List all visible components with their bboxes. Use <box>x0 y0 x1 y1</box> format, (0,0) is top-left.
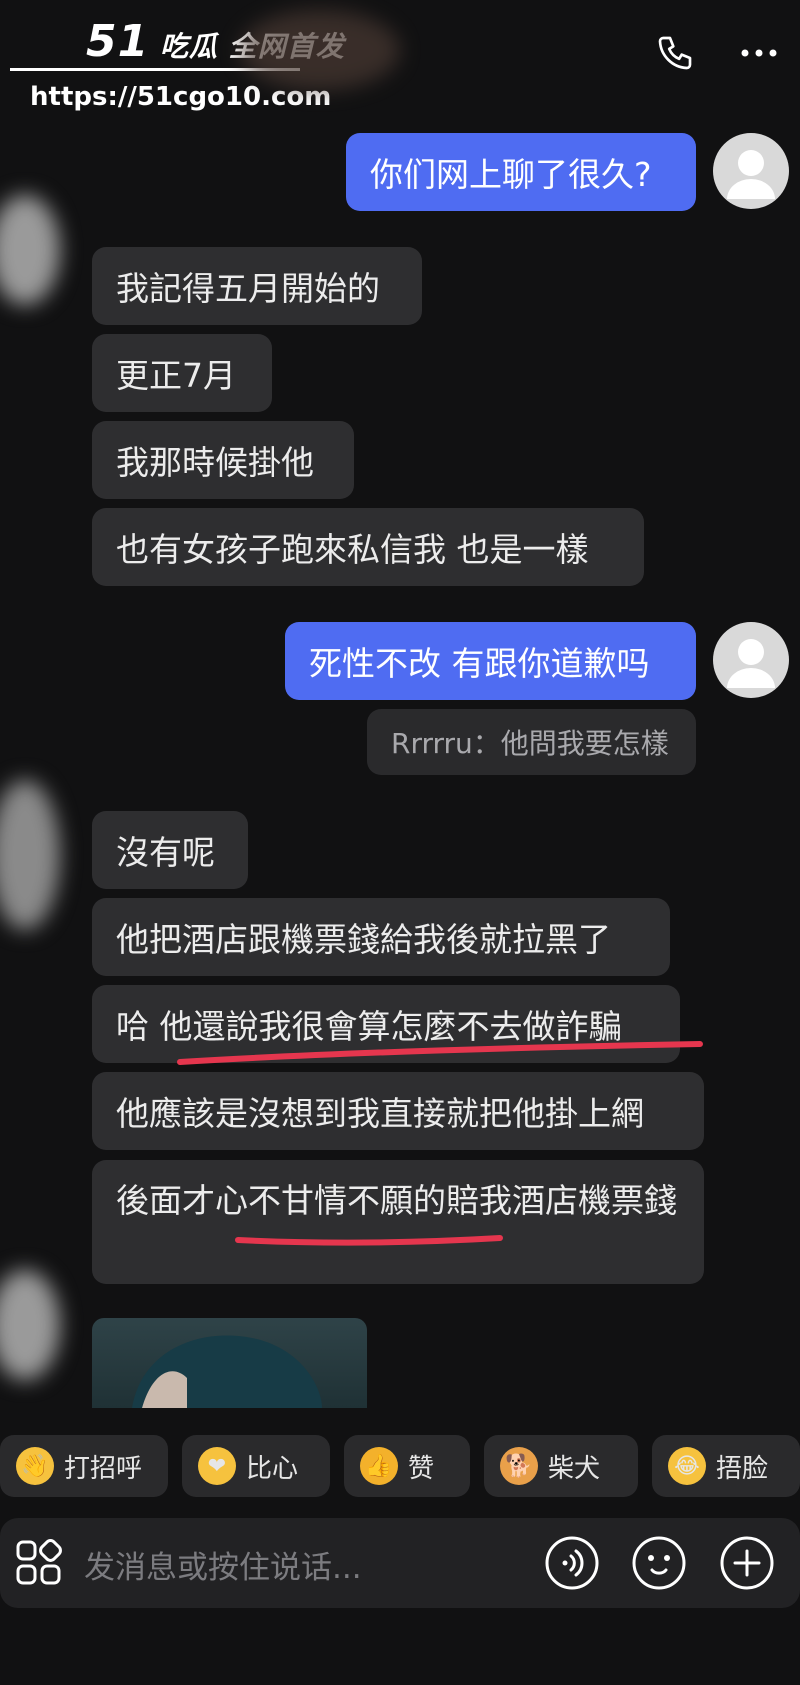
wave-emoji-icon: 👋 <box>16 1447 54 1485</box>
message-input-bar: 发消息或按住说话... <box>0 1518 800 1608</box>
watermark-url: https://51cgo10.com <box>30 82 332 112</box>
message-text: 後面才心不甘情不願的賠我酒店機票錢 <box>116 1181 677 1220</box>
message-text: 他應該是沒想到我直接就把他掛上網 <box>116 1094 644 1133</box>
message-bubble[interactable]: 也有女孩子跑來私信我 也是一樣 <box>92 508 644 586</box>
quick-reply-greet[interactable]: 👋 打招呼 <box>0 1435 168 1497</box>
quick-reply-facepalm[interactable]: 😂 捂脸 <box>652 1435 800 1497</box>
blurred-avatar <box>0 780 60 930</box>
blurred-avatar <box>0 1270 60 1380</box>
more-icon[interactable] <box>736 30 782 76</box>
avatar[interactable] <box>713 622 789 698</box>
message-text: 我記得五月開始的 <box>116 269 380 308</box>
blurred-avatar <box>0 195 60 305</box>
voice-icon[interactable] <box>543 1534 601 1592</box>
image-message[interactable] <box>92 1318 367 1408</box>
quoted-reply[interactable]: Rrrrru：他問我要怎樣 <box>367 709 696 775</box>
chip-label: 打招呼 <box>64 1453 143 1484</box>
avatar[interactable] <box>713 133 789 209</box>
message-text: 更正7月 <box>116 356 236 395</box>
message-bubble[interactable]: 他應該是沒想到我直接就把他掛上網 <box>92 1072 704 1150</box>
message-bubble[interactable]: 沒有呢 <box>92 811 248 889</box>
chip-label: 捂脸 <box>716 1453 769 1484</box>
shiba-emoji-icon: 🐕 <box>500 1447 538 1485</box>
quick-reply-row: 👋 打招呼 ❤ 比心 👍 赞 🐕 柴犬 😂 捂脸 <box>0 1435 800 1497</box>
emoji-icon[interactable] <box>630 1534 688 1592</box>
message-bubble[interactable]: 更正7月 <box>92 334 272 412</box>
message-text: 他把酒店跟機票錢給我後就拉黑了 <box>116 920 611 959</box>
red-underline <box>177 1041 703 1065</box>
message-bubble[interactable]: 你们网上聊了很久? <box>346 133 696 211</box>
quoted-text: Rrrrru：他問我要怎樣 <box>391 727 669 760</box>
quick-reply-heart[interactable]: ❤ 比心 <box>182 1435 330 1497</box>
apps-grid-icon[interactable] <box>12 1534 70 1592</box>
message-bubble[interactable]: 我那時候掛他 <box>92 421 354 499</box>
chip-label: 柴犬 <box>548 1453 601 1484</box>
message-input[interactable]: 发消息或按住说话... <box>84 1542 362 1587</box>
chip-label: 赞 <box>408 1453 435 1484</box>
message-text: 也有女孩子跑來私信我 也是一樣 <box>116 530 589 569</box>
message-bubble[interactable]: 他把酒店跟機票錢給我後就拉黑了 <box>92 898 670 976</box>
chip-label: 比心 <box>246 1453 299 1484</box>
message-bubble[interactable]: 死性不改 有跟你道歉吗 <box>285 622 696 700</box>
message-text: 沒有呢 <box>116 833 215 872</box>
facepalm-emoji-icon: 😂 <box>668 1447 706 1485</box>
message-text: 我那時候掛他 <box>116 443 314 482</box>
message-bubble[interactable]: 我記得五月開始的 <box>92 247 422 325</box>
quick-reply-like[interactable]: 👍 赞 <box>344 1435 470 1497</box>
blur-patch <box>240 10 400 90</box>
message-text: 死性不改 有跟你道歉吗 <box>309 644 650 683</box>
phone-icon[interactable] <box>652 30 698 76</box>
top-bar: 51 吃瓜 全网首发 https://51cgo10.com <box>0 0 800 112</box>
thumbs-up-emoji-icon: 👍 <box>360 1447 398 1485</box>
red-underline <box>235 1235 503 1246</box>
message-text: 你们网上聊了很久? <box>370 155 652 194</box>
plus-icon[interactable] <box>718 1534 776 1592</box>
quick-reply-shiba[interactable]: 🐕 柴犬 <box>484 1435 638 1497</box>
heart-hands-emoji-icon: ❤ <box>198 1447 236 1485</box>
